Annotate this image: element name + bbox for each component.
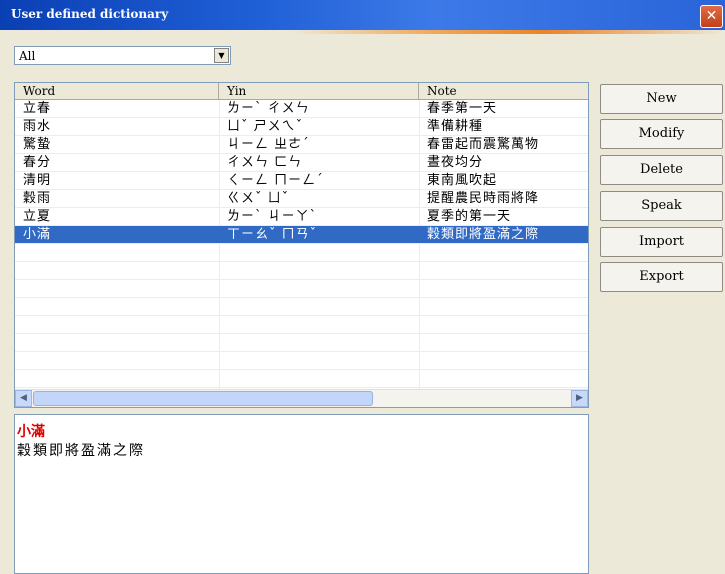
cell-note: 春雷起而震驚萬物 — [427, 137, 540, 152]
dictionary-window: User defined dictionary ✕ All ▼ Word Yin… — [0, 0, 725, 574]
empty-row — [15, 298, 588, 316]
cell-note: 提醒農民時雨將降 — [427, 191, 540, 206]
chevron-down-icon[interactable]: ▼ — [214, 48, 229, 63]
cell-yin: ㄍㄨˇ ㄩˇ — [227, 191, 290, 206]
export-button[interactable]: Export — [600, 262, 723, 292]
empty-row — [15, 334, 588, 352]
title-bar: User defined dictionary ✕ — [0, 0, 725, 30]
table-row[interactable]: 立春 ㄌㄧˋ ㄔㄨㄣ 春季第一天 — [15, 100, 588, 118]
cell-note: 晝夜均分 — [427, 155, 484, 170]
table-row[interactable]: 穀雨 ㄍㄨˇ ㄩˇ 提醒農民時雨將降 — [15, 190, 588, 208]
title-accent-bar — [0, 30, 725, 34]
empty-row — [15, 316, 588, 334]
import-button[interactable]: Import — [600, 227, 723, 257]
cell-note: 東南風吹起 — [427, 173, 498, 188]
table-row[interactable]: 立夏 ㄌㄧˋ ㄐㄧㄚˋ 夏季的第一天 — [15, 208, 588, 226]
cell-word: 立夏 — [23, 209, 52, 224]
list-rows: 立春 ㄌㄧˋ ㄔㄨㄣ 春季第一天雨水 ㄩˇ ㄕㄨㄟˇ 準備耕種驚蟄 ㄐㄧㄥ ㄓㄜˊ 春雷起而… — [15, 100, 588, 406]
horizontal-scrollbar[interactable]: ◀ ▶ — [15, 389, 588, 407]
detail-word: 小滿 — [17, 424, 45, 440]
cell-yin: ㄌㄧˋ ㄔㄨㄣ — [227, 101, 310, 116]
detail-note: 穀類即將盈滿之際 — [17, 443, 145, 459]
cell-word: 小滿 — [23, 227, 52, 242]
modify-button[interactable]: Modify — [600, 119, 723, 149]
cell-word: 清明 — [23, 173, 52, 188]
cell-yin: ㄑㄧㄥ ㄇㄧㄥˊ — [227, 173, 324, 188]
window-title: User defined dictionary — [11, 7, 169, 21]
scrollbar-thumb[interactable] — [33, 391, 373, 406]
empty-row — [15, 352, 588, 370]
delete-button[interactable]: Delete — [600, 155, 723, 185]
table-row[interactable]: 小滿 ㄒㄧㄠˇ ㄇㄢˇ 穀類即將盈滿之際 — [15, 226, 588, 244]
header-yin[interactable]: Yin — [219, 83, 419, 99]
close-icon[interactable]: ✕ — [700, 5, 723, 28]
arrow-left-icon[interactable]: ◀ — [15, 390, 32, 407]
table-row[interactable]: 驚蟄 ㄐㄧㄥ ㄓㄜˊ 春雷起而震驚萬物 — [15, 136, 588, 154]
empty-row — [15, 244, 588, 262]
header-note[interactable]: Note — [419, 83, 588, 99]
empty-row — [15, 262, 588, 280]
cell-word: 驚蟄 — [23, 137, 52, 152]
speak-button[interactable]: Speak — [600, 191, 723, 221]
cell-yin: ㄌㄧˋ ㄐㄧㄚˋ — [227, 209, 318, 224]
cell-yin: ㄔㄨㄣ ㄈㄣ — [227, 155, 303, 170]
empty-row — [15, 280, 588, 298]
cell-note: 穀類即將盈滿之際 — [427, 227, 540, 242]
cell-yin: ㄩˇ ㄕㄨㄟˇ — [227, 119, 304, 134]
arrow-right-icon[interactable]: ▶ — [571, 390, 588, 407]
empty-row — [15, 370, 588, 388]
filter-dropdown[interactable]: All ▼ — [14, 46, 231, 65]
word-list[interactable]: Word Yin Note 立春 ㄌㄧˋ ㄔㄨㄣ 春季第一天雨水 ㄩˇ ㄕㄨㄟˇ 準備耕… — [14, 82, 589, 408]
cell-word: 穀雨 — [23, 191, 52, 206]
detail-panel[interactable]: 小滿 穀類即將盈滿之際 — [14, 414, 589, 574]
filter-value: All — [19, 49, 36, 63]
cell-note: 夏季的第一天 — [427, 209, 512, 224]
table-row[interactable]: 清明 ㄑㄧㄥ ㄇㄧㄥˊ 東南風吹起 — [15, 172, 588, 190]
table-row[interactable]: 春分 ㄔㄨㄣ ㄈㄣ 晝夜均分 — [15, 154, 588, 172]
table-row[interactable]: 雨水 ㄩˇ ㄕㄨㄟˇ 準備耕種 — [15, 118, 588, 136]
cell-word: 春分 — [23, 155, 52, 170]
header-word[interactable]: Word — [15, 83, 219, 99]
cell-yin: ㄒㄧㄠˇ ㄇㄢˇ — [227, 227, 318, 242]
cell-word: 立春 — [23, 101, 52, 116]
cell-yin: ㄐㄧㄥ ㄓㄜˊ — [227, 137, 310, 152]
new-button[interactable]: New — [600, 84, 723, 114]
cell-note: 春季第一天 — [427, 101, 498, 116]
list-header: Word Yin Note — [15, 83, 588, 100]
cell-word: 雨水 — [23, 119, 52, 134]
cell-note: 準備耕種 — [427, 119, 484, 134]
